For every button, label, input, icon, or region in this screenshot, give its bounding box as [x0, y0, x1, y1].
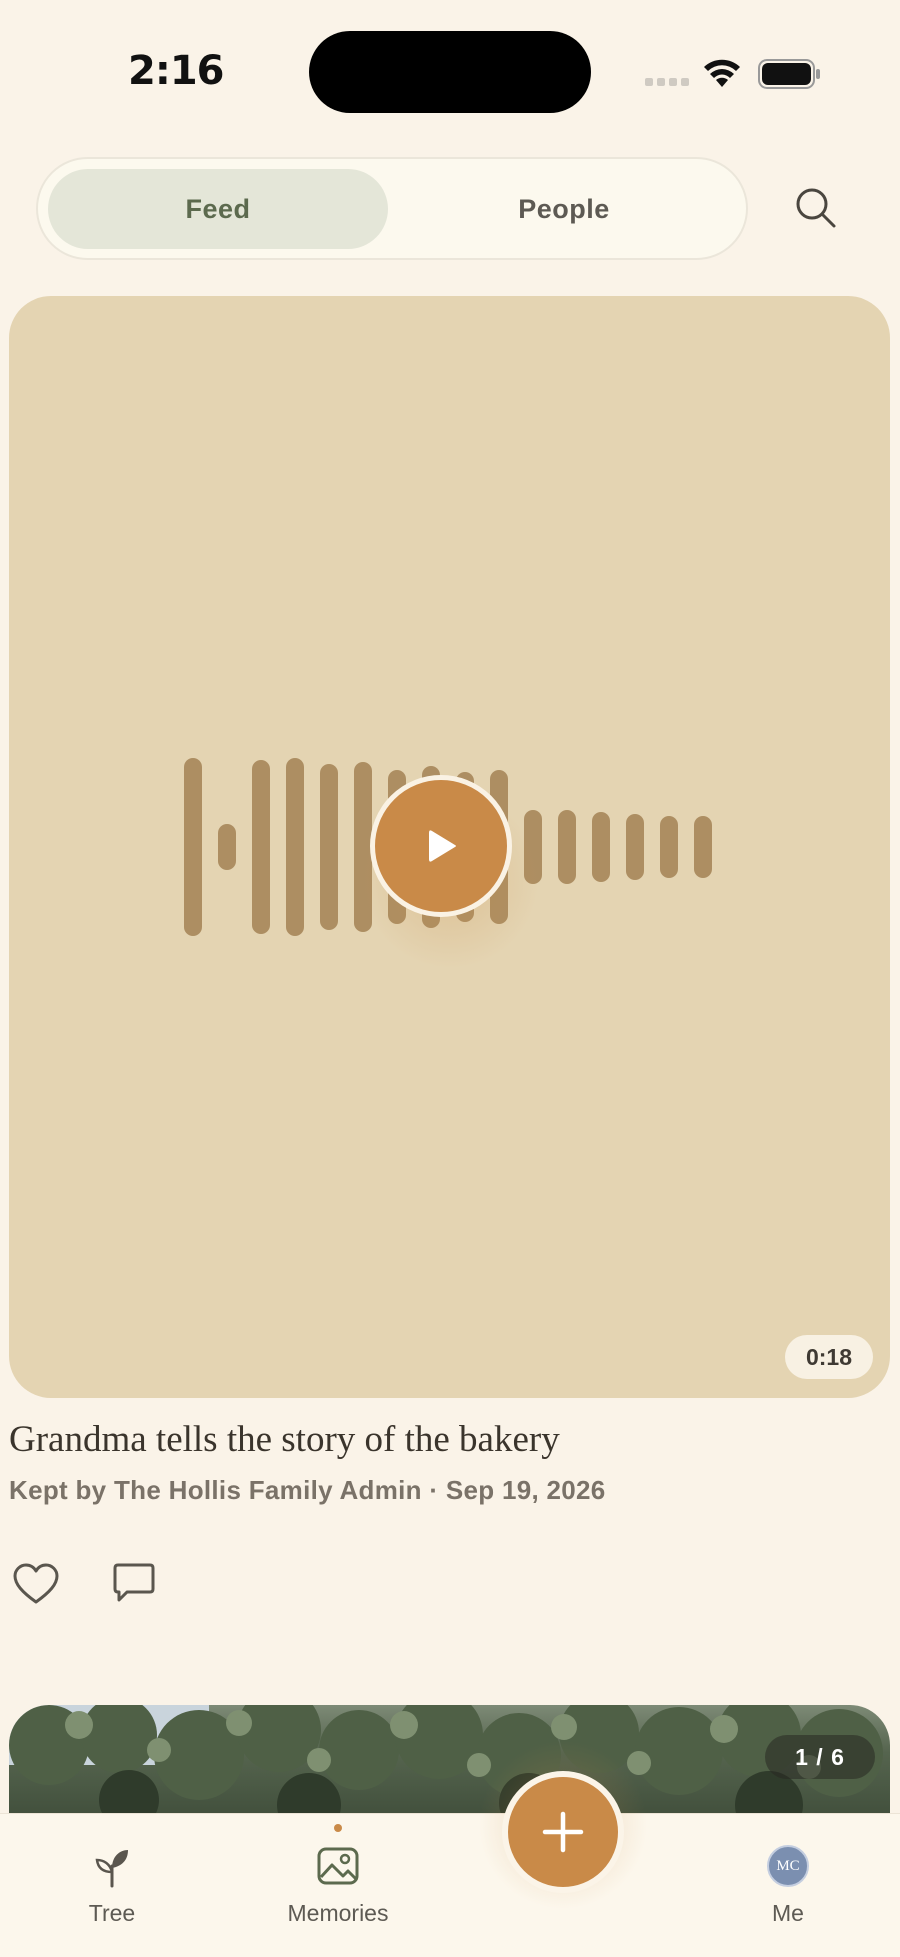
search-icon[interactable]	[790, 182, 842, 234]
active-tab-indicator	[334, 1824, 342, 1832]
duration-badge: 0:18	[785, 1335, 873, 1379]
tab-memories-label: Memories	[287, 1900, 389, 1926]
cellular-icon	[645, 78, 689, 86]
wifi-icon	[704, 59, 740, 87]
play-button[interactable]	[370, 775, 512, 917]
post-meta: Kept by The Hollis Family Admin · Sep 19…	[9, 1475, 606, 1505]
tab-me-label: Me	[772, 1900, 804, 1926]
sprout-icon	[95, 1850, 128, 1888]
tab-me[interactable]: MC Me	[738, 1814, 838, 1934]
status-bar: 2:16	[0, 0, 900, 150]
photo-foliage	[9, 1705, 883, 1825]
tab-memories[interactable]: Memories	[268, 1814, 408, 1934]
feed-people-toggle: Feed People	[36, 157, 748, 260]
tab-people[interactable]: People	[394, 169, 734, 249]
battery-icon	[758, 59, 820, 89]
status-time: 2:16	[128, 48, 224, 94]
heart-icon[interactable]	[12, 1562, 60, 1606]
page-indicator: 1 / 6	[765, 1735, 875, 1779]
status-icons	[640, 54, 830, 94]
photo-memory-card[interactable]	[9, 1705, 890, 1825]
comment-icon[interactable]	[112, 1562, 156, 1604]
tab-tree-label: Tree	[88, 1900, 136, 1926]
tab-tree[interactable]: Tree	[62, 1814, 162, 1934]
plus-icon	[542, 1811, 584, 1853]
avatar: MC	[767, 1845, 809, 1887]
add-memory-button[interactable]	[502, 1771, 624, 1893]
tab-bar: Tree Memories MC Me	[0, 1813, 900, 1957]
image-icon	[317, 1847, 359, 1885]
dynamic-island	[309, 31, 591, 113]
post-title: Grandma tells the story of the bakery	[9, 1419, 560, 1460]
play-icon	[429, 830, 456, 862]
tab-feed[interactable]: Feed	[48, 169, 388, 249]
